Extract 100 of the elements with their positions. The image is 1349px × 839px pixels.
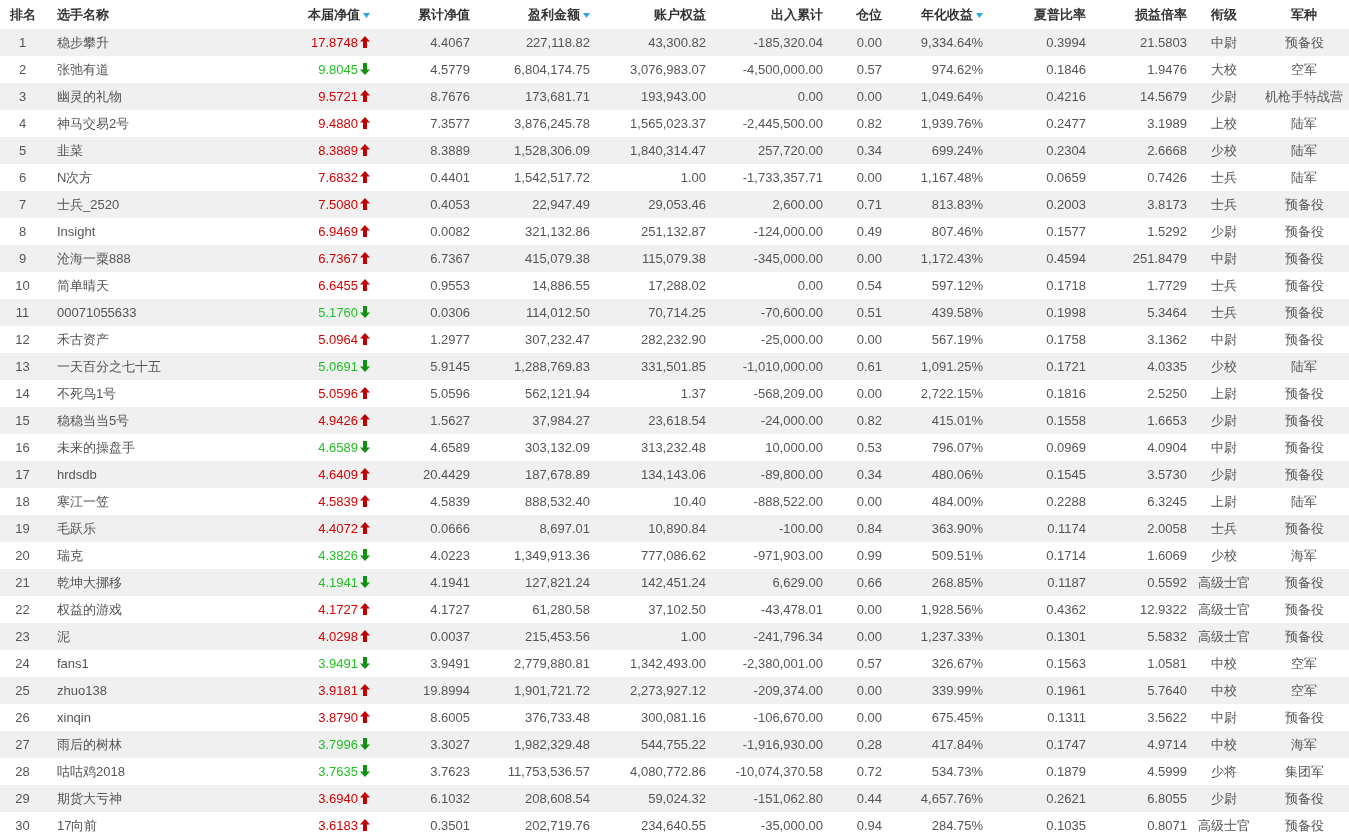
table-cell: 士兵 [1211, 169, 1237, 185]
table-cell: 2,273,927.12 [630, 683, 706, 698]
sort-icon[interactable] [363, 12, 370, 18]
table-cell: 12 [15, 332, 30, 347]
table-cell: 士兵 [1211, 520, 1237, 536]
table-cell: 114,012.50 [525, 305, 590, 320]
player-name: 不死鸟1号 [57, 385, 117, 401]
table-cell: 796.07% [931, 440, 983, 455]
table-cell: -24,000.00 [760, 413, 823, 428]
table-cell: 0.1721 [1046, 359, 1086, 374]
table-cell: 326.67% [931, 656, 983, 671]
table-cell: 0.49 [856, 224, 882, 239]
net-value: 6.9469 [318, 224, 358, 239]
table-cell: -1,916,930.00 [742, 737, 823, 752]
column-header[interactable]: 本届净值 [308, 6, 360, 22]
table-cell: 27 [15, 737, 30, 752]
table-cell: 29 [15, 791, 30, 806]
table-cell: 0.1758 [1046, 332, 1086, 347]
table-cell: 439.58% [931, 305, 983, 320]
table-cell: 25 [15, 683, 30, 698]
table-cell: -25,000.00 [760, 332, 823, 347]
table-cell: 1,288,769.83 [514, 359, 590, 374]
table-cell: 6.8055 [1147, 791, 1187, 806]
table-cell: 534.73% [931, 764, 983, 779]
table-cell: 18 [15, 494, 30, 509]
table-cell: 1,840,314.47 [630, 143, 706, 158]
table-cell: 3,876,245.78 [514, 116, 590, 131]
table-cell: 中校 [1211, 736, 1237, 752]
table-cell: 307,232.47 [524, 332, 590, 347]
player-name: 咕咕鸡2018 [57, 763, 125, 779]
table-cell: 484.00% [931, 494, 983, 509]
table-cell: -345,000.00 [753, 251, 823, 266]
table-cell: 251,132.87 [640, 224, 706, 239]
table-cell: 大校 [1211, 61, 1237, 77]
table-cell: 22 [15, 602, 30, 617]
table-cell: -1,010,000.00 [742, 359, 823, 374]
table-cell: 8 [18, 224, 27, 239]
table-cell: 339.99% [931, 683, 983, 698]
table-cell: 10,890.84 [648, 521, 706, 536]
table-cell: 0.82 [856, 116, 882, 131]
net-value: 7.5080 [318, 197, 358, 212]
table-cell: 0.2621 [1046, 791, 1086, 806]
player-name: hrdsdb [57, 467, 97, 482]
sort-icon[interactable] [583, 12, 590, 18]
table-cell: 3.1989 [1147, 116, 1187, 131]
table-cell: 1,342,493.00 [630, 656, 706, 671]
table-cell: 1.2977 [430, 332, 470, 347]
net-value: 4.5839 [318, 494, 358, 509]
net-value: 4.9426 [318, 413, 358, 428]
column-header[interactable]: 盈利金额 [528, 6, 580, 22]
player-name: 神马交易2号 [57, 115, 130, 131]
table-cell: 321,132.86 [524, 224, 590, 239]
table-cell: 14 [15, 386, 30, 401]
table-cell: 115,079.38 [641, 251, 706, 266]
table-cell: 0.1718 [1046, 278, 1086, 293]
table-cell: 567.19% [931, 332, 983, 347]
table-cell: 少校 [1211, 358, 1237, 374]
table-cell: 0.1846 [1046, 62, 1086, 77]
column-header[interactable]: 年化收益 [921, 6, 973, 22]
table-cell: 0.61 [856, 359, 882, 374]
table-cell: 777,086.62 [640, 548, 706, 563]
net-value: 5.1760 [318, 305, 358, 320]
table-cell: 高级士官 [1198, 601, 1250, 617]
table-cell: 0.2003 [1046, 197, 1086, 212]
table-cell: 21.5803 [1140, 35, 1187, 50]
table-cell: 0.8071 [1147, 818, 1187, 833]
table-cell: 1.9476 [1147, 62, 1187, 77]
table-cell: 282,232.90 [640, 332, 706, 347]
table-cell: 888,532.40 [524, 494, 590, 509]
table-cell: 0.34 [856, 467, 882, 482]
table-cell: 30 [15, 818, 30, 833]
net-value: 4.0298 [318, 629, 358, 644]
table-cell: 1.6069 [1147, 548, 1187, 563]
table-cell: 4.1727 [430, 602, 470, 617]
table-cell: 陆军 [1291, 169, 1317, 185]
sort-icon[interactable] [976, 12, 983, 18]
table-cell: 268.85% [931, 575, 983, 590]
net-value: 3.7635 [318, 764, 358, 779]
table-cell: 300,081.16 [640, 710, 706, 725]
table-cell: 2,600.00 [772, 197, 823, 212]
table-cell: 13 [15, 359, 30, 374]
table-cell: 少将 [1211, 763, 1237, 779]
table-cell: 4.1941 [430, 575, 470, 590]
table-cell: 3 [18, 89, 27, 104]
table-cell: 空军 [1291, 61, 1317, 77]
table-cell: 高级士官 [1198, 817, 1250, 833]
table-cell: -4,500,000.00 [742, 62, 823, 77]
table-cell: 0.00 [856, 386, 882, 401]
table-cell: 1.37 [680, 386, 706, 401]
net-value: 6.6455 [318, 278, 358, 293]
net-value: 8.3889 [318, 143, 358, 158]
table-cell: 1.7729 [1147, 278, 1187, 293]
table-cell: 陆军 [1291, 493, 1317, 509]
table-cell: 6,804,174.75 [514, 62, 590, 77]
table-cell: 高级士官 [1198, 628, 1250, 644]
table-cell: 974.62% [931, 62, 983, 77]
table-cell: 3.1362 [1147, 332, 1187, 347]
column-header: 衔级 [1211, 6, 1237, 22]
table-cell: 10 [15, 278, 30, 293]
table-cell: 363.90% [931, 521, 983, 536]
